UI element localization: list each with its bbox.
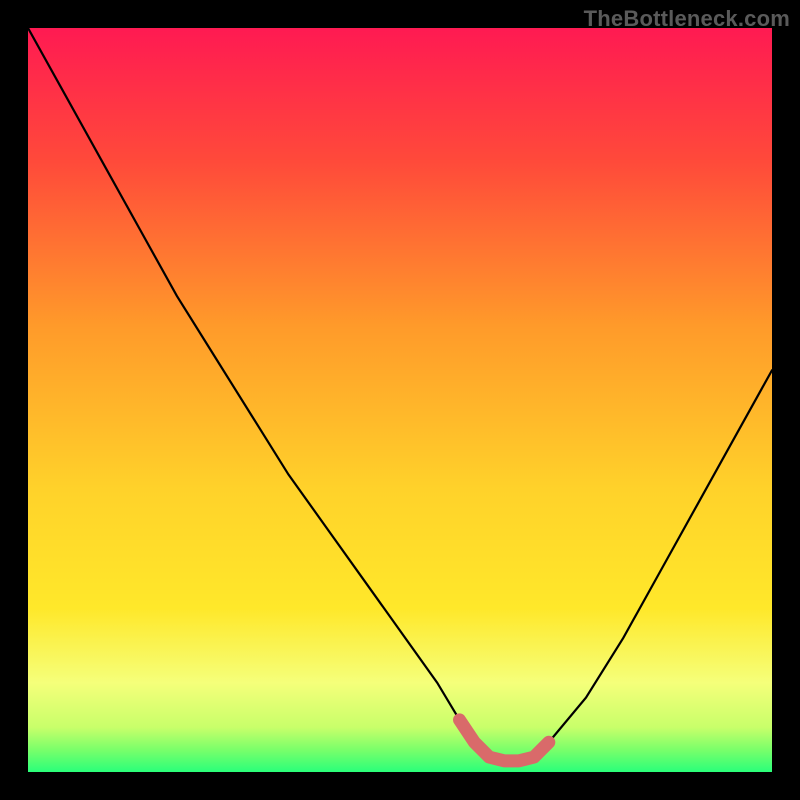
- chart-frame: TheBottleneck.com: [0, 0, 800, 800]
- bottleneck-chart: [28, 28, 772, 772]
- watermark-text: TheBottleneck.com: [584, 6, 790, 32]
- gradient-background: [28, 28, 772, 772]
- plot-area: [28, 28, 772, 772]
